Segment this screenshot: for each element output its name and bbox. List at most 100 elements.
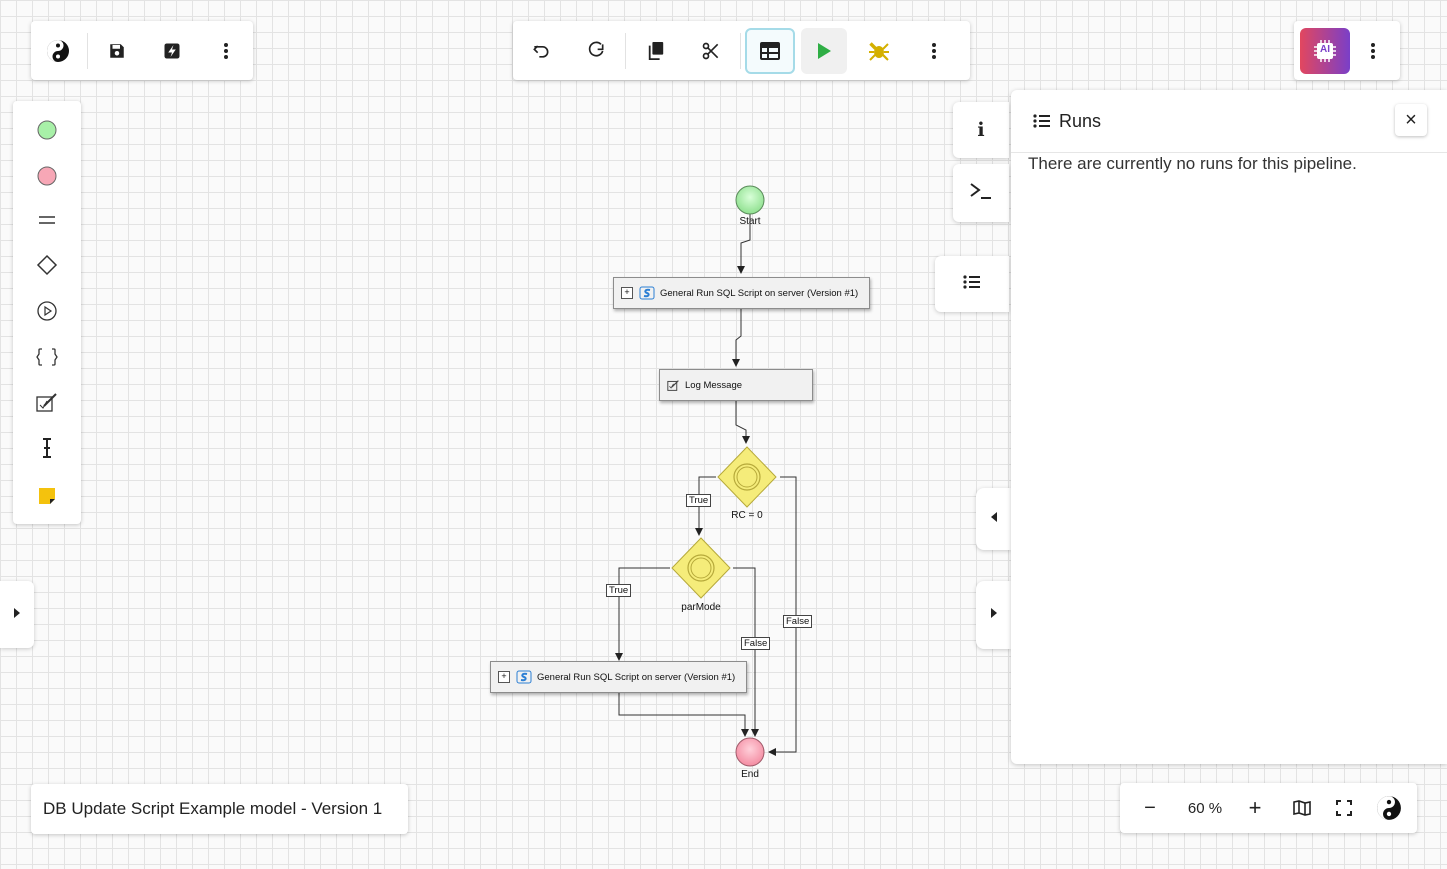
runs-tab[interactable]: [935, 256, 1009, 312]
cut-button[interactable]: [683, 21, 738, 80]
logo-icon: [46, 39, 70, 63]
deploy-icon: [163, 42, 181, 60]
sticky-note-icon: [37, 486, 57, 511]
start-event-icon: [36, 119, 58, 146]
runs-panel-title: Runs: [1059, 111, 1102, 131]
task-run-sql-script[interactable]: + General Run SQL Script on server (Vers…: [613, 277, 870, 309]
task-icon: [37, 213, 57, 231]
expand-left-panel-tab[interactable]: [0, 581, 34, 648]
list-icon: [963, 274, 981, 295]
run-button[interactable]: [801, 27, 847, 74]
info-icon: i: [977, 119, 985, 141]
flow-gateway2-true: [615, 567, 670, 661]
text-cursor-icon: [40, 437, 54, 464]
flow-gateway2-false: [733, 567, 759, 737]
debug-icon: [867, 40, 891, 62]
caret-left-icon: [990, 510, 998, 528]
minimap-button[interactable]: [1280, 783, 1324, 833]
close-icon: ×: [1405, 109, 1417, 131]
annotation-icon: [35, 392, 59, 419]
more-options-button[interactable]: [906, 21, 961, 80]
end-event-node[interactable]: [735, 737, 765, 767]
palette-subprocess[interactable]: [13, 293, 81, 333]
empty-runs-message: There are currently no runs for this pip…: [1028, 154, 1357, 173]
table-view-button[interactable]: [745, 27, 795, 74]
flow-label-false: False: [741, 637, 771, 650]
expand-icon[interactable]: +: [498, 671, 510, 683]
task-label: General Run SQL Script on server (Versio…: [660, 287, 859, 299]
expand-icon[interactable]: +: [621, 287, 633, 299]
file-toolbar: [31, 21, 253, 80]
palette-gateway[interactable]: [13, 247, 81, 287]
start-label: Start: [739, 216, 761, 227]
ai-chip-label: AI: [1320, 43, 1330, 55]
undo-icon: [531, 41, 551, 61]
task-run-sql-script-2[interactable]: + General Run SQL Script on server (Vers…: [490, 661, 747, 693]
redo-icon: [586, 41, 606, 61]
collapse-right-panel-tab[interactable]: [976, 488, 1011, 550]
map-icon: [1293, 800, 1311, 816]
palette-start-event[interactable]: [13, 112, 81, 152]
deploy-button[interactable]: [144, 21, 198, 80]
info-tab[interactable]: i: [953, 102, 1009, 158]
caret-right-icon: [990, 606, 998, 624]
copy-button[interactable]: [628, 21, 683, 80]
element-palette: [13, 101, 81, 524]
palette-annotation[interactable]: [13, 385, 81, 425]
more-vertical-icon: [1370, 42, 1376, 60]
more-options-button[interactable]: [199, 21, 253, 80]
sql-script-icon: [639, 285, 655, 301]
terminal-icon: [969, 182, 993, 205]
start-event-node[interactable]: [735, 185, 765, 215]
group-icon: [36, 346, 58, 373]
edit-toolbar: [513, 21, 970, 80]
more-vertical-icon: [223, 42, 229, 60]
more-vertical-icon: [931, 42, 937, 60]
zoom-out-button[interactable]: −: [1120, 783, 1180, 833]
palette-sticky-note[interactable]: [13, 478, 81, 518]
end-event-icon: [36, 165, 58, 192]
expand-right-panel-tab[interactable]: [976, 581, 1011, 649]
undo-button[interactable]: [513, 21, 568, 80]
task-log-message[interactable]: Log Message: [659, 369, 813, 401]
flow-label-true: True: [686, 494, 712, 507]
gateway-parmode-label: parMode: [681, 602, 721, 613]
palette-task[interactable]: [13, 202, 81, 242]
more-options-button[interactable]: [1350, 21, 1396, 80]
runs-panel-header: Runs ×: [1011, 104, 1447, 153]
end-label: End: [741, 769, 759, 780]
close-button[interactable]: ×: [1395, 104, 1427, 136]
ai-assistant-button[interactable]: AI: [1300, 27, 1350, 74]
app-logo-button[interactable]: [31, 21, 85, 80]
zoom-level: 60 %: [1187, 799, 1223, 817]
debug-button[interactable]: [851, 21, 906, 80]
gateway-icon: [36, 254, 58, 281]
gateway-rc-node[interactable]: [717, 446, 777, 508]
palette-text[interactable]: [13, 430, 81, 470]
zoom-controls: − 60 % +: [1120, 783, 1417, 833]
flow-task1-to-log: [732, 309, 742, 367]
ai-toolbar: AI: [1294, 21, 1400, 80]
subprocess-icon: [36, 300, 58, 327]
table-icon: [760, 41, 780, 60]
flow-label-false: False: [783, 615, 813, 628]
fullscreen-icon: [1336, 800, 1352, 816]
minus-icon: −: [1144, 796, 1156, 819]
cut-icon: [701, 41, 721, 61]
palette-group[interactable]: [13, 339, 81, 379]
model-name-label: DB Update Script Example model - Version…: [31, 784, 408, 834]
plus-icon: +: [1248, 795, 1262, 820]
play-icon: [816, 42, 832, 60]
flow-label-true: True: [606, 584, 632, 597]
redo-button[interactable]: [568, 21, 623, 80]
zoom-in-button[interactable]: +: [1230, 783, 1280, 833]
copy-icon: [647, 41, 665, 61]
palette-end-event[interactable]: [13, 158, 81, 198]
logo-button[interactable]: [1364, 783, 1414, 833]
task-label: General Run SQL Script on server (Versio…: [537, 671, 736, 683]
save-button[interactable]: [90, 21, 144, 80]
fit-screen-button[interactable]: [1324, 783, 1364, 833]
terminal-tab[interactable]: [953, 164, 1009, 222]
gateway-parmode-node[interactable]: [671, 537, 731, 599]
save-icon: [108, 42, 126, 60]
